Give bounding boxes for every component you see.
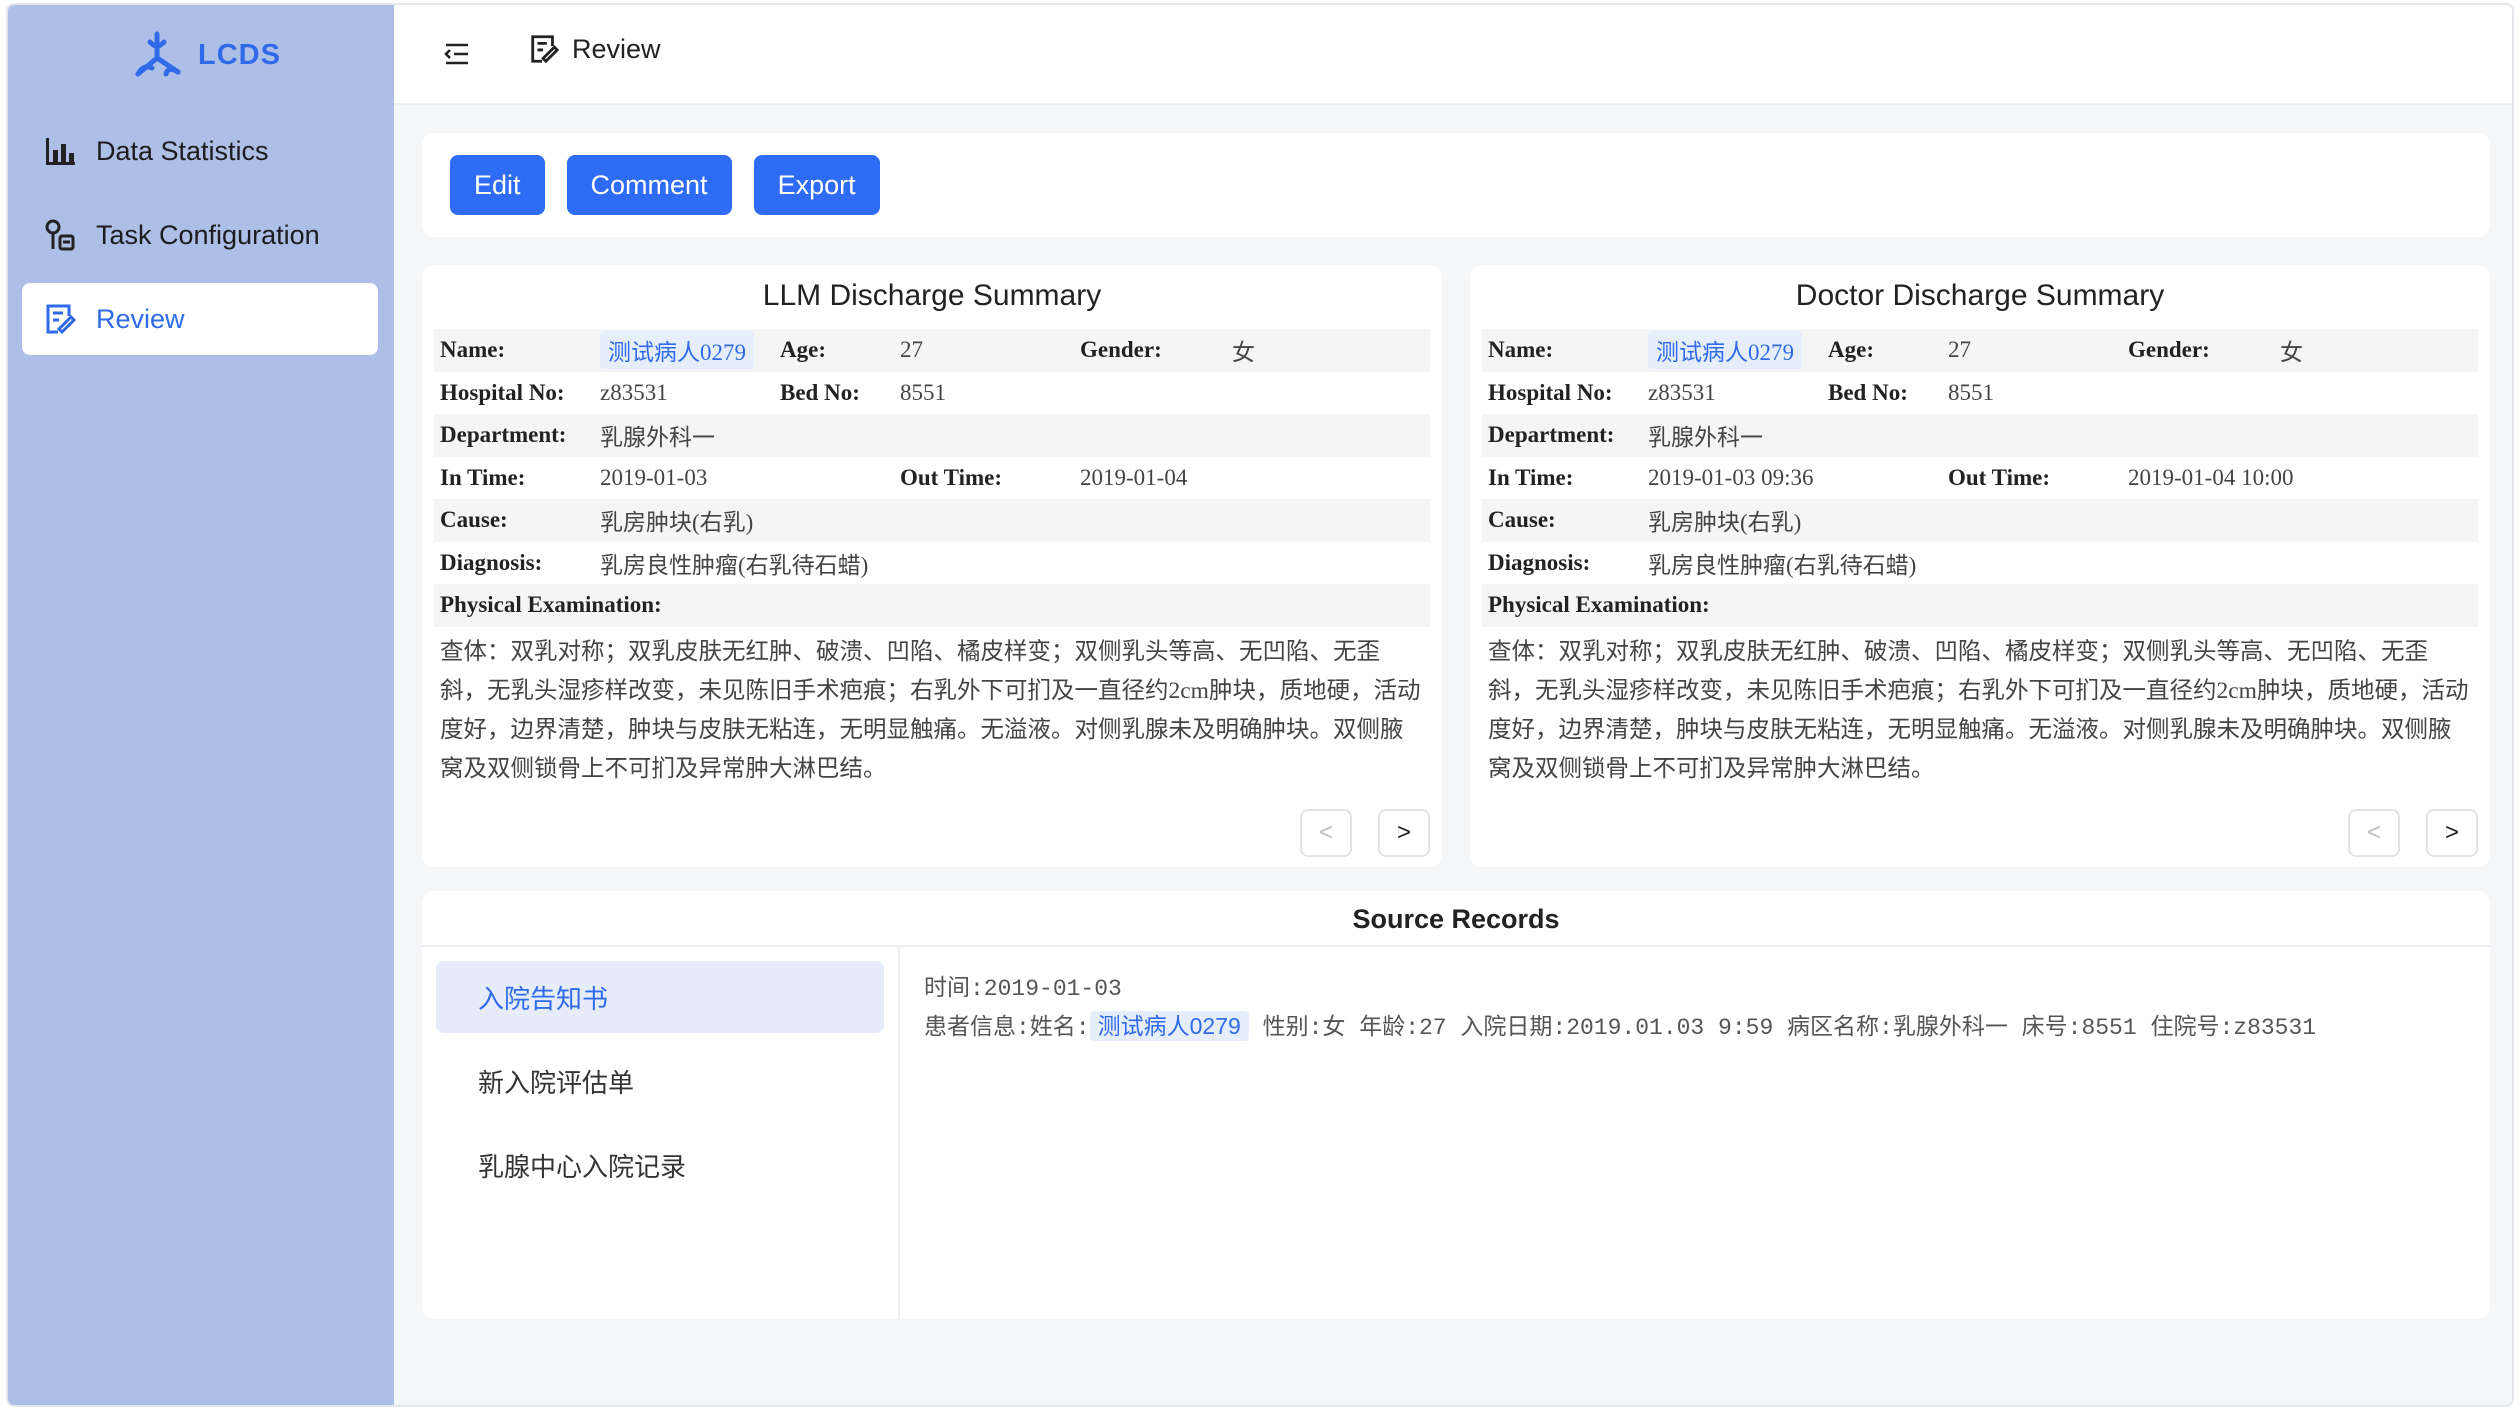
- sidebar-item-label: Data Statistics: [96, 135, 269, 166]
- card-title: LLM Discharge Summary: [762, 279, 1102, 312]
- tools-icon: [42, 217, 78, 253]
- gender-value: 女: [2280, 340, 2303, 366]
- breadcrumb-label: Review: [572, 33, 661, 64]
- bar-chart-icon: [42, 133, 78, 169]
- source-record-content: 时间:2019-01-03 患者信息:姓名: 测试病人0279 性别:女 年龄:2…: [924, 971, 2316, 1047]
- prev-page-button[interactable]: <: [2348, 809, 2400, 857]
- edit-doc-icon: [42, 301, 78, 337]
- hospital-no-label: Hospital No:: [440, 379, 565, 405]
- edit-button[interactable]: Edit: [450, 155, 545, 215]
- department-label: Department:: [1488, 422, 1615, 448]
- source-record-list: 入院告知书 新入院评估单 乳腺中心入院记录: [422, 947, 900, 1319]
- out-time-value: 2019-01-04: [1080, 464, 1188, 490]
- source-records-panel: Source Records 入院告知书 新入院评估单 乳腺中心入院记录 时间:…: [422, 891, 2490, 1319]
- gender-label: Gender:: [2128, 337, 2210, 363]
- in-time-label: In Time:: [1488, 464, 1574, 490]
- app-name: LCDS: [198, 38, 281, 71]
- department-label: Department:: [440, 422, 567, 448]
- name-label: Name:: [440, 337, 506, 363]
- diagnosis-value: 乳房良性肿瘤(右乳待石蜡): [1648, 552, 1917, 578]
- record-patient-info: 患者信息:姓名: 测试病人0279 性别:女 年龄:27 入院日期:2019.01…: [924, 1008, 2316, 1047]
- hospital-no-value: z83531: [600, 379, 668, 405]
- name-label: Name:: [1488, 337, 1554, 363]
- summary-table: Name: 测试病人0279 Age: 27 Gender: 女 Hospita…: [434, 329, 1430, 795]
- department-value: 乳腺外科一: [1648, 425, 1763, 451]
- next-page-button[interactable]: >: [2426, 809, 2478, 857]
- patient-info-details: 性别:女 年龄:27 入院日期:2019.01.03 9:59 病区名称:乳腺外…: [1262, 1015, 2317, 1041]
- bed-no-label: Bed No:: [780, 379, 860, 405]
- logo: LCDS: [130, 27, 281, 83]
- in-time-label: In Time:: [440, 464, 526, 490]
- summary-table: Name: 测试病人0279 Age: 27 Gender: 女 Hospita…: [1482, 329, 2478, 795]
- source-record-item[interactable]: 新入院评估单: [436, 1045, 884, 1117]
- action-toolbar: Edit Comment Export: [422, 133, 2490, 237]
- pager: < >: [1300, 809, 1430, 857]
- bed-no-label: Bed No:: [1828, 379, 1908, 405]
- diagnosis-value: 乳房良性肿瘤(右乳待石蜡): [600, 552, 869, 578]
- bed-no-value: 8551: [900, 379, 946, 405]
- card-title: Doctor Discharge Summary: [1795, 279, 2165, 312]
- age-value: 27: [900, 337, 923, 363]
- out-time-value: 2019-01-04 10:00: [2128, 464, 2294, 490]
- sidebar-item-label: Task Configuration: [96, 219, 320, 250]
- llm-summary-card: LLM Discharge Summary Name: 测试病人0279 Age…: [422, 265, 1442, 867]
- edit-doc-icon: [531, 35, 560, 64]
- patient-name-tag[interactable]: 测试病人0279: [600, 331, 754, 370]
- hospital-no-value: z83531: [1648, 379, 1716, 405]
- cause-value: 乳房肿块(右乳): [600, 510, 754, 536]
- department-value: 乳腺外科一: [600, 425, 715, 451]
- physical-exam-text: 查体：双乳对称；双乳皮肤无红肿、破溃、凹陷、橘皮样变；双侧乳头等高、无凹陷、无歪…: [1488, 638, 2469, 782]
- bed-no-value: 8551: [1948, 379, 1994, 405]
- physical-exam-label: Physical Examination:: [1488, 592, 1710, 618]
- export-button[interactable]: Export: [753, 155, 880, 215]
- patient-info-prefix: 患者信息:姓名:: [924, 1015, 1090, 1041]
- source-records-title: Source Records: [422, 891, 2490, 947]
- out-time-label: Out Time:: [1948, 464, 2051, 490]
- diagnosis-label: Diagnosis:: [1488, 549, 1591, 575]
- app-window: LCDS Data Statistics Task Configuration …: [6, 3, 2514, 1407]
- out-time-label: Out Time:: [900, 464, 1003, 490]
- source-record-item[interactable]: 入院告知书: [436, 961, 884, 1033]
- age-value: 27: [1948, 337, 1971, 363]
- gender-value: 女: [1232, 340, 1255, 366]
- record-time: 时间:2019-01-03: [924, 976, 1122, 1002]
- age-label: Age:: [1828, 337, 1874, 363]
- gender-label: Gender:: [1080, 337, 1162, 363]
- patient-name-tag[interactable]: 测试病人0279: [1648, 331, 1802, 370]
- logo-icon: [135, 31, 181, 77]
- sidebar-item-review[interactable]: Review: [22, 283, 378, 355]
- physical-exam-label: Physical Examination:: [440, 592, 662, 618]
- next-page-button[interactable]: >: [1378, 809, 1430, 857]
- comment-button[interactable]: Comment: [566, 155, 732, 215]
- prev-page-button[interactable]: <: [1300, 809, 1352, 857]
- sidebar-item-label: Review: [96, 303, 185, 334]
- sidebar-item-data-statistics[interactable]: Data Statistics: [22, 115, 378, 187]
- patient-name-highlight[interactable]: 测试病人0279: [1089, 1011, 1249, 1041]
- doctor-summary-card: Doctor Discharge Summary Name: 测试病人0279 …: [1470, 265, 2490, 867]
- top-header: Review: [394, 5, 2512, 105]
- cause-value: 乳房肿块(右乳): [1648, 510, 1802, 536]
- cause-label: Cause:: [440, 507, 508, 533]
- source-record-item[interactable]: 乳腺中心入院记录: [436, 1129, 884, 1201]
- in-time-value: 2019-01-03 09:36: [1648, 464, 1814, 490]
- diagnosis-label: Diagnosis:: [440, 549, 543, 575]
- pager: < >: [2348, 809, 2478, 857]
- sidebar-item-task-configuration[interactable]: Task Configuration: [22, 199, 378, 271]
- collapse-menu-icon[interactable]: [442, 39, 474, 71]
- breadcrumb: Review: [528, 33, 661, 65]
- cause-label: Cause:: [1488, 507, 1556, 533]
- sidebar: LCDS Data Statistics Task Configuration …: [8, 5, 394, 1405]
- hospital-no-label: Hospital No:: [1488, 379, 1613, 405]
- physical-exam-text: 查体：双乳对称；双乳皮肤无红肿、破溃、凹陷、橘皮样变；双侧乳头等高、无凹陷、无歪…: [440, 638, 1421, 782]
- age-label: Age:: [780, 337, 826, 363]
- in-time-value: 2019-01-03: [600, 464, 708, 490]
